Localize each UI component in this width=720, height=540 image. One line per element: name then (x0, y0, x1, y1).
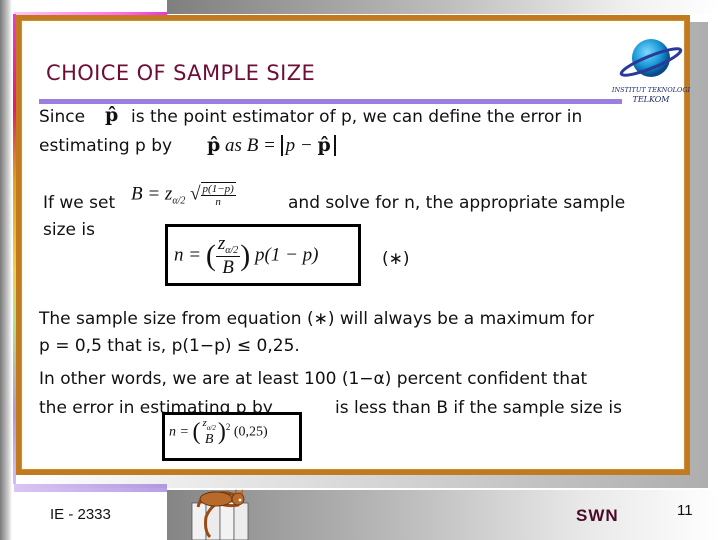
p-hat-symbol: p̂ (207, 134, 221, 156)
p2-line2: size is (43, 220, 95, 240)
max-sample-size-formula: n = (zα/2 B)2 (0,25) (169, 417, 268, 448)
margin-of-error-formula: B = zα/2 √ p(1−p) n (131, 182, 236, 208)
formula-fraction: zα/2 B (215, 233, 241, 279)
page-number: 11 (677, 502, 693, 519)
p-hat-symbol: p̂ (317, 134, 331, 156)
formula-sub-alpha: α/2 (225, 245, 239, 256)
p4-line2-b: is less than B if the sample size is (335, 398, 622, 418)
formula-rhs: (0,25) (233, 424, 268, 440)
p2-line1-b: and solve for n, the appropriate sample (288, 193, 626, 213)
formula-sub-alpha: α/2 (172, 195, 186, 207)
fraction-numerator: p(1−p) (200, 183, 236, 196)
globe-logo-icon (619, 39, 683, 77)
sqrt-fraction: p(1−p) n (200, 182, 236, 208)
formula-rhs: p(1 − p) (255, 244, 319, 266)
formula-lhs: B = (246, 135, 276, 156)
formula-as: as (225, 135, 242, 156)
formula-lhs: n = (174, 244, 202, 266)
error-formula: p̂ as B = p − p̂ (207, 134, 336, 157)
formula-lhs: B = z (131, 183, 173, 205)
sample-size-formula: n = (zα/2 B) p(1 − p) (174, 233, 319, 279)
background-left-gradient (0, 0, 12, 540)
title-underline-bar (39, 99, 622, 104)
formula-fraction: zα/2 B (200, 417, 217, 448)
p-hat-symbol: p̂ (105, 104, 119, 126)
p3-line1: The sample size from equation (∗) will a… (39, 309, 595, 329)
fraction-denominator: B (204, 432, 214, 447)
p4-line1: In other words, we are at least 100 (1−α… (39, 369, 588, 389)
course-code: IE - 2333 (50, 506, 111, 523)
logo-text-institute: INSTITUT TEKNOLOGI (611, 86, 691, 94)
slide-content: CHOICE OF SAMPLE SIZE INSTITUT TEKNOLOGI… (25, 24, 690, 466)
formula-sub-alpha: α/2 (206, 424, 216, 432)
formula-exponent: 2 (225, 422, 231, 433)
slide-title: CHOICE OF SAMPLE SIZE (46, 61, 316, 85)
absolute-value: p − p̂ (280, 134, 336, 156)
max-sample-size-formula-box: n = (zα/2 B)2 (0,25) (162, 412, 302, 461)
p2-line1-a: If we set (43, 193, 116, 213)
sample-size-formula-box: n = (zα/2 B) p(1 − p) (165, 224, 361, 286)
p1-line2-a: estimating p by (39, 136, 173, 156)
fraction-denominator: n (215, 196, 221, 208)
p3-line2: p = 0,5 that is, p(1−p) ≤ 0,25. (39, 336, 300, 356)
p1-line1-a: Since (39, 107, 86, 127)
slide-frame-inner: CHOICE OF SAMPLE SIZE INSTITUT TEKNOLOGI… (21, 20, 690, 470)
equation-label: (∗) (382, 249, 410, 269)
fraction-denominator: B (222, 257, 234, 278)
p1-line1-b: is the point estimator of p, we can defi… (131, 107, 583, 127)
abs-content: p − (285, 135, 313, 156)
institution-logo: INSTITUT TEKNOLOGI TELKOM (605, 34, 695, 109)
cat-on-fence-icon (191, 489, 249, 540)
author-initials: SWN (576, 506, 619, 525)
slide-frame: CHOICE OF SAMPLE SIZE INSTITUT TEKNOLOGI… (16, 15, 690, 475)
formula-lhs: n = (169, 424, 189, 440)
background-top-bar (167, 0, 720, 14)
